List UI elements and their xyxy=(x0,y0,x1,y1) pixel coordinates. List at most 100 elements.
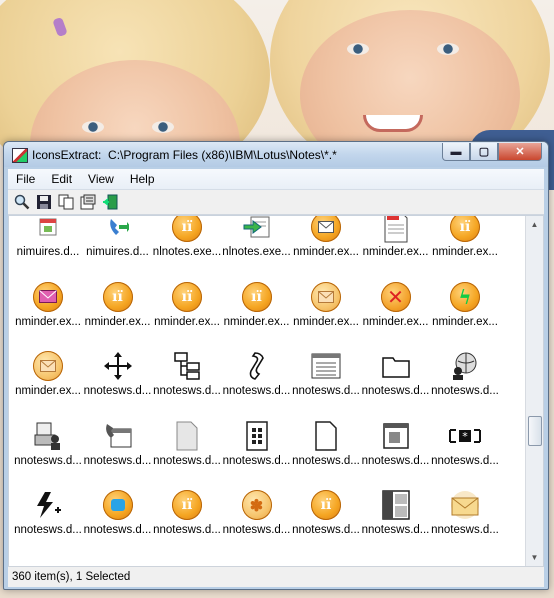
icon-list-item[interactable]: nminder.ex... xyxy=(291,216,361,258)
icon-list-item[interactable]: nnotesws.d... xyxy=(430,349,500,397)
title-bar[interactable]: IconsExtract: C:\Program Files (x86)\IBM… xyxy=(4,142,548,167)
toolbar xyxy=(8,190,544,215)
icon-list-item[interactable]: nnotesws.d... xyxy=(361,419,431,467)
icon-list-item[interactable]: ϟ nminder.ex... xyxy=(430,280,500,328)
icon-label: nnotesws.d... xyxy=(83,385,152,397)
icon-list-item[interactable]: nnotesws.d... xyxy=(291,419,361,467)
icon-label: nnotesws.d... xyxy=(222,454,291,467)
envelope-icon xyxy=(448,488,482,522)
icon-list-item[interactable]: nnotesws.d... xyxy=(291,349,361,397)
icon-label: nminder.ex... xyxy=(15,385,81,397)
scroll-icon xyxy=(240,349,274,383)
icon-list-item[interactable]: ıï nnotesws.d... xyxy=(291,488,361,536)
icon-list-item[interactable]: nnotesws.d... xyxy=(152,419,222,467)
icon-list-item[interactable]: ✕ nminder.ex... xyxy=(361,280,431,328)
green-arrow-icon xyxy=(240,216,274,244)
icon-list-item[interactable]: nnotesws.d... xyxy=(152,349,222,397)
icon-list-item[interactable]: nnotesws.d... xyxy=(222,419,292,467)
orb-blue-icon xyxy=(101,488,135,522)
icon-list-item[interactable]: ✽ nnotesws.d... xyxy=(222,488,292,536)
iconsextract-window: IconsExtract: C:\Program Files (x86)\IBM… xyxy=(3,141,549,590)
icon-list-item[interactable]: ıï nlnotes.exe... xyxy=(152,216,222,258)
icon-list-item[interactable]: nminder.ex... xyxy=(13,280,83,328)
icon-list-item[interactable]: nnotesws.d... xyxy=(361,349,431,397)
orb-envelope-icon xyxy=(31,349,65,383)
icon-list-item[interactable]: ıï nnotesws.d... xyxy=(152,488,222,536)
icon-list-item[interactable]: ıï nminder.ex... xyxy=(222,280,292,328)
icon-list-item[interactable]: nnotesws.d... xyxy=(13,419,83,467)
icon-list-view[interactable]: nimuires.d... nimuires.d... ıï nlnotes.exe.… xyxy=(8,215,544,567)
icon-list-item[interactable]: ıï nminder.ex... xyxy=(152,280,222,328)
app-icon xyxy=(12,148,28,163)
icon-list-item[interactable]: nminder.ex... xyxy=(13,349,83,397)
icon-label: nimuires.d... xyxy=(16,246,80,258)
icon-list-item[interactable]: nminder.ex... xyxy=(361,216,431,258)
scroll-up-icon[interactable]: ▲ xyxy=(527,217,542,232)
lotus-orb-icon: ıï xyxy=(170,488,204,522)
star-field-icon: * xyxy=(448,419,482,453)
icon-label: nminder.ex... xyxy=(15,315,81,328)
menu-edit[interactable]: Edit xyxy=(43,172,80,186)
menu-bar: File Edit View Help xyxy=(8,169,544,190)
icon-list-item[interactable]: nimuires.d... xyxy=(13,216,83,258)
properties-icon[interactable] xyxy=(80,194,96,210)
close-button[interactable]: ✕ xyxy=(498,143,542,161)
save-icon[interactable] xyxy=(36,194,52,210)
icon-label: nminder.ex... xyxy=(154,315,220,328)
icon-list-item[interactable]: nnotesws.d... xyxy=(222,349,292,397)
icon-list-item[interactable]: * nnotesws.d... xyxy=(430,419,500,467)
icon-label: nminder.ex... xyxy=(432,246,498,258)
page-icon xyxy=(309,419,343,453)
icon-list-item[interactable]: ıï nminder.ex... xyxy=(83,280,153,328)
scroll-thumb[interactable] xyxy=(528,416,542,446)
icon-label: nnotesws.d... xyxy=(83,524,152,536)
menu-file[interactable]: File xyxy=(8,172,43,186)
menu-help[interactable]: Help xyxy=(122,172,163,186)
lotus-orb-icon: ıï xyxy=(240,280,274,314)
exit-icon[interactable] xyxy=(102,194,118,210)
icon-list-item[interactable]: nnotesws.d... xyxy=(361,488,431,536)
icon-list-item[interactable]: nnotesws.d... xyxy=(13,488,83,536)
icon-list-item[interactable]: nimuires.d... xyxy=(83,216,153,258)
lotus-orb-icon: ıï xyxy=(309,488,343,522)
icon-list-item[interactable]: nnotesws.d... xyxy=(83,349,153,397)
icon-label: nnotesws.d... xyxy=(83,454,152,467)
lightning-plus-icon xyxy=(31,488,65,522)
icon-list-item[interactable]: ıï nminder.ex... xyxy=(430,216,500,258)
window-small-icon xyxy=(379,419,413,453)
icon-list-item[interactable]: nminder.ex... xyxy=(291,280,361,328)
phone-arrow-icon xyxy=(101,216,135,244)
maximize-button[interactable]: ▢ xyxy=(470,143,498,161)
icon-list-item[interactable]: nlnotes.exe... xyxy=(222,216,292,258)
orb-x-icon: ✕ xyxy=(379,280,413,314)
window-title: IconsExtract: C:\Program Files (x86)\IBM… xyxy=(32,148,337,162)
icon-label: nminder.ex... xyxy=(293,246,359,258)
icon-label: nnotesws.d... xyxy=(153,454,221,467)
icon-label: nnotesws.d... xyxy=(222,385,291,397)
icon-label: nnotesws.d... xyxy=(292,524,360,536)
icon-label: nnotesws.d... xyxy=(153,385,221,397)
icon-label: nnotesws.d... xyxy=(361,454,430,467)
orb-envelope-pink-icon xyxy=(31,280,65,314)
orb-mail-icon xyxy=(309,216,343,244)
icon-list-item[interactable]: nnotesws.d... xyxy=(430,488,500,536)
orb-turtle-icon: ✽ xyxy=(240,488,274,522)
vertical-scrollbar[interactable]: ▲ ▼ xyxy=(525,216,543,566)
icon-label: nnotesws.d... xyxy=(361,524,430,536)
lotus-orb-icon: ıï xyxy=(448,216,482,244)
icon-label: nnotesws.d... xyxy=(431,385,499,397)
copy-icon[interactable] xyxy=(58,194,74,210)
icon-label: nminder.ex... xyxy=(362,246,429,258)
lotus-orb-icon: ıï xyxy=(170,216,204,244)
icon-label: nminder.ex... xyxy=(223,315,290,328)
scroll-down-icon[interactable]: ▼ xyxy=(527,550,542,565)
menu-view[interactable]: View xyxy=(80,172,122,186)
tree-icon xyxy=(170,349,204,383)
orb-envelope-icon xyxy=(309,280,343,314)
icon-label: nminder.ex... xyxy=(362,315,429,328)
icon-label: nnotesws.d... xyxy=(222,524,291,536)
minimize-button[interactable]: ▬ xyxy=(442,143,470,161)
find-icon[interactable] xyxy=(14,194,30,210)
icon-list-item[interactable]: nnotesws.d... xyxy=(83,419,153,467)
icon-list-item[interactable]: nnotesws.d... xyxy=(83,488,153,536)
